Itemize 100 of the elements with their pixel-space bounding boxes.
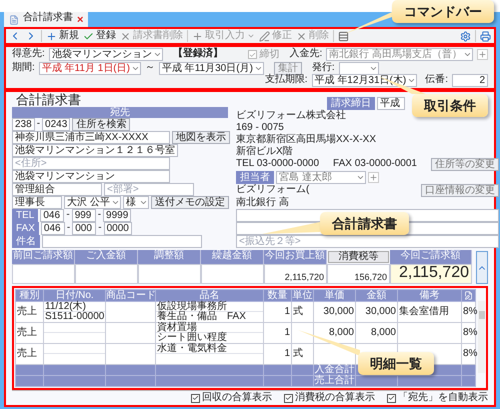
cross-icon: [296, 30, 307, 42]
column-header: 商品コード: [106, 290, 156, 302]
input-field[interactable]: 238: [12, 118, 35, 131]
tab-title: 合計請求書: [23, 12, 73, 24]
total-label: 売上合計: [314, 375, 354, 386]
checkbox-box[interactable]: [387, 394, 396, 402]
button[interactable]: 送付メモの設定: [150, 196, 229, 209]
callout: 合計請求書: [320, 212, 409, 235]
separator: -: [98, 209, 102, 221]
input-field[interactable]: [42, 235, 202, 248]
total-label: 入金合計: [314, 364, 354, 375]
label: 伝番:: [425, 74, 448, 86]
dropdown[interactable]: 平成 年11月30日(月): [158, 62, 264, 75]
section-header: 宛先: [12, 107, 228, 118]
dropdown[interactable]: 宮島 達太郎: [276, 171, 366, 184]
input-field[interactable]: 平成: [376, 97, 405, 110]
label: 支払期限:: [264, 74, 308, 86]
column-header: 今回お買上額: [264, 250, 328, 264]
caret-icon: [130, 64, 140, 73]
field-label: TEL: [12, 209, 38, 222]
column-header: 日付/No.: [44, 290, 106, 302]
checkbox-box[interactable]: [191, 394, 200, 402]
table-cell: [138, 264, 202, 284]
caret-icon: [407, 76, 416, 85]
separator: -: [66, 222, 70, 234]
view-menu-icon[interactable]: [338, 30, 349, 42]
payee-text: ビズリフォーム(: [236, 184, 310, 196]
input-field[interactable]: 000: [72, 222, 96, 235]
dropdown[interactable]: 南北銀行 高田馬場支店（普）: [326, 48, 473, 61]
address-text: 東京都新宿区高田馬場XX-X-XX: [236, 134, 376, 146]
input-field[interactable]: 9999: [103, 209, 132, 222]
table-cell: 156,720: [327, 264, 390, 284]
postal-code: 169 - 0075: [236, 122, 284, 134]
toolbar-button[interactable]: 新規: [46, 30, 79, 42]
field-label: FAX: [12, 222, 39, 235]
collapse-button[interactable]: [476, 251, 488, 284]
separator: -: [36, 118, 40, 130]
separator: -: [98, 222, 102, 234]
label: 得意先:: [12, 48, 45, 60]
caret-icon: [138, 198, 148, 207]
dropdown[interactable]: 池袋マリンマンション: [48, 48, 163, 61]
checkbox-box[interactable]: [284, 394, 293, 402]
checkbox[interactable]: 消費税の合算表示: [284, 392, 375, 404]
phone-text: TEL 03-0000-0000: [236, 158, 320, 170]
column-header: 単位: [292, 290, 314, 302]
document-icon: [9, 14, 19, 24]
column-header: 調整額: [138, 250, 202, 264]
callout: 取引条件: [412, 94, 488, 117]
scrollbar[interactable]: [478, 301, 485, 373]
separator: -: [66, 209, 70, 221]
table-cell: [75, 264, 138, 284]
label: 【登録済】: [172, 48, 223, 60]
column-header: 種別: [16, 290, 44, 302]
column-header: 単価: [314, 290, 356, 302]
input-field[interactable]: 0000: [104, 222, 132, 235]
button[interactable]: 口座情報の変更: [420, 184, 499, 197]
input-field[interactable]: 管理組合: [12, 183, 102, 196]
close-icon[interactable]: ×: [77, 14, 84, 26]
toolbar-button[interactable]: 登録: [83, 30, 116, 42]
column-header: 品名: [156, 290, 264, 302]
input-field[interactable]: 0243: [42, 118, 70, 131]
edit-icon[interactable]: [464, 291, 473, 300]
add-icon[interactable]: [368, 172, 379, 183]
button[interactable]: 住所等の変更: [430, 158, 499, 171]
document-tab[interactable]: 合計請求書 ×: [4, 12, 88, 27]
column-header: 金額: [356, 290, 398, 302]
pen-icon: [259, 30, 270, 42]
field-label: 請求締日: [326, 97, 375, 110]
table-cell: 2,115,720: [264, 264, 328, 284]
plus-icon: [46, 30, 57, 42]
input-field[interactable]: 2: [452, 74, 488, 87]
caret-icon: [463, 50, 472, 59]
button[interactable]: 住所を検索: [72, 118, 130, 131]
column-header: 前回ご請求額: [12, 250, 75, 264]
input-field[interactable]: 神奈川県三浦市三崎XX-XXXX: [12, 131, 170, 144]
input-field[interactable]: 池袋マリンマンション１２１６号室: [12, 144, 178, 157]
field-label: 担当者: [236, 171, 274, 184]
button[interactable]: 地図を表示: [172, 131, 230, 144]
bank-text: 南北銀行 高: [236, 197, 289, 209]
dropdown[interactable]: 平成 年11月 1日(日): [38, 62, 141, 75]
input-field[interactable]: 理事長: [12, 196, 62, 209]
label: ～: [144, 62, 155, 74]
dropdown[interactable]: 様: [122, 196, 149, 209]
settings-icon[interactable]: [460, 30, 471, 42]
printer-icon[interactable]: [480, 30, 491, 42]
input-field[interactable]: 999: [72, 209, 96, 222]
input-field[interactable]: 046: [40, 222, 65, 235]
callout: コマンドバー: [392, 0, 494, 23]
column-header: 備考: [398, 290, 462, 302]
label: 期間:: [12, 62, 35, 74]
input-field[interactable]: 池袋マリンマンション: [12, 170, 170, 183]
add-icon[interactable]: [477, 49, 488, 60]
caret-icon: [152, 50, 162, 59]
cross-icon: [120, 30, 131, 42]
input-field[interactable]: 046: [40, 209, 64, 222]
checkbox[interactable]: 回収の合算表示: [191, 392, 272, 404]
label: 発行:: [312, 62, 335, 74]
checkbox[interactable]: 「宛先」を自動表示: [387, 392, 488, 404]
tax-button[interactable]: 消費税等: [328, 251, 390, 263]
dropdown[interactable]: 大沢 公平: [64, 196, 121, 209]
